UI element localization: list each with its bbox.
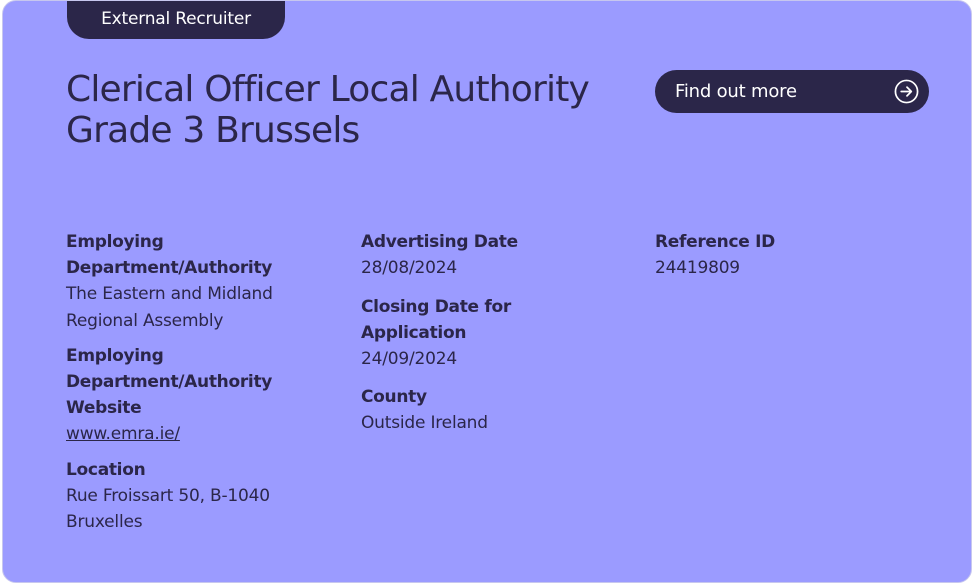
arrow-right-circle-icon xyxy=(894,79,919,104)
reference-id-field: Reference ID 24419809 xyxy=(655,229,905,282)
details-column-3: Reference ID 24419809 xyxy=(655,229,905,291)
reference-id-label: Reference ID xyxy=(655,232,775,252)
employing-department-website-label: Employing Department/Authority Website xyxy=(66,346,273,418)
closing-date-label: Closing Date for Application xyxy=(361,296,511,343)
employing-department-website-field: Employing Department/Authority Website w… xyxy=(66,343,316,448)
advertising-date-field: Advertising Date 28/08/2024 xyxy=(361,229,621,282)
county-value: Outside Ireland xyxy=(361,413,488,433)
find-out-more-label: Find out more xyxy=(675,81,797,102)
location-field: Location Rue Froissart 50, B-1040 Bruxel… xyxy=(66,457,316,536)
details-column-2: Advertising Date 28/08/2024 Closing Date… xyxy=(361,229,621,449)
job-title: Clerical Officer Local Authority Grade 3… xyxy=(66,69,590,151)
employing-department-field: Employing Department/Authority The Easte… xyxy=(66,229,316,334)
closing-date-value: 24/09/2024 xyxy=(361,348,457,369)
location-label: Location xyxy=(66,459,146,480)
employing-department-value: The Eastern and Midland Regional Assembl… xyxy=(66,284,273,331)
employing-department-label: Employing Department/Authority xyxy=(66,232,273,278)
details-column-1: Employing Department/Authority The Easte… xyxy=(66,229,316,545)
advertising-date-label: Advertising Date xyxy=(361,232,518,252)
job-card: External Recruiter Clerical Officer Loca… xyxy=(2,0,972,583)
find-out-more-button[interactable]: Find out more xyxy=(655,70,929,113)
county-field: County Outside Ireland xyxy=(361,384,621,437)
reference-id-value: 24419809 xyxy=(655,258,740,278)
employing-department-website-link[interactable]: www.emra.ie/ xyxy=(66,424,180,444)
location-value: Rue Froissart 50, B-1040 Bruxelles xyxy=(66,485,270,533)
advertising-date-value: 28/08/2024 xyxy=(361,258,457,278)
county-label: County xyxy=(361,387,427,407)
closing-date-field: Closing Date for Application 24/09/2024 xyxy=(361,294,621,373)
recruiter-type-tag: External Recruiter xyxy=(67,1,285,39)
